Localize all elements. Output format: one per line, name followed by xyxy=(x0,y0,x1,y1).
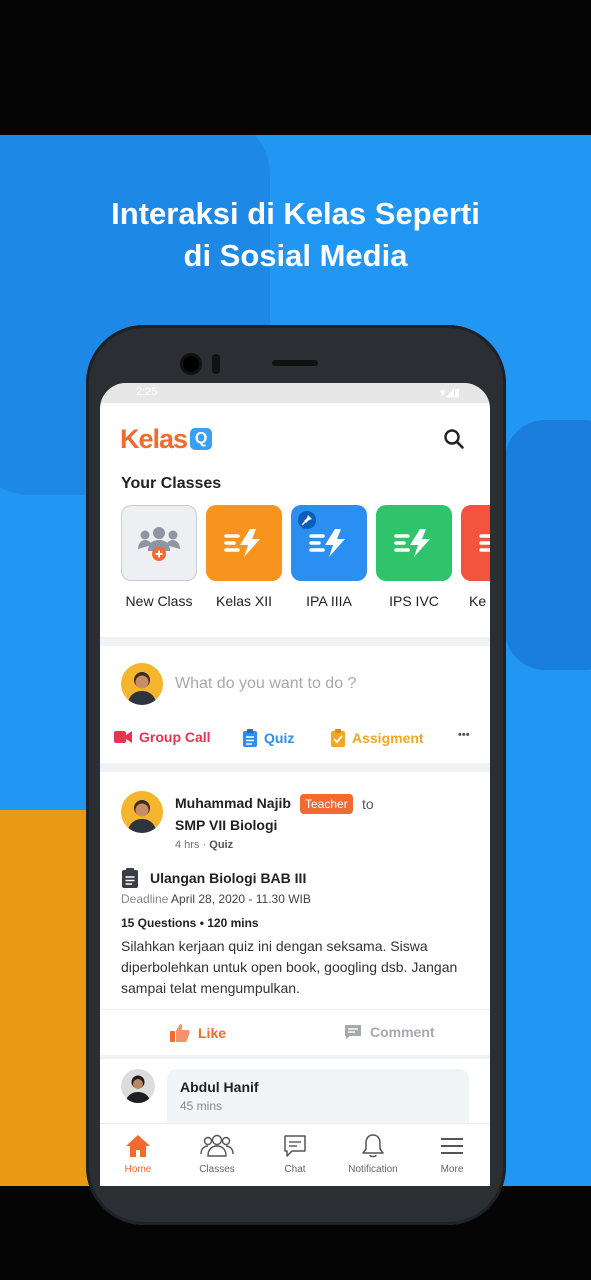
nav-more[interactable]: More xyxy=(417,1134,487,1175)
signal-battery-icon: ▾◢▮ xyxy=(439,386,460,399)
avatar[interactable] xyxy=(121,1069,155,1103)
nav-label: Classes xyxy=(199,1164,235,1175)
avatar[interactable] xyxy=(121,791,163,833)
class-item-new-class[interactable]: New Class xyxy=(121,505,197,609)
assignment-icon xyxy=(331,729,345,747)
comment-time: 45 mins xyxy=(180,1099,223,1113)
class-label: Ke xyxy=(469,593,487,609)
logo-badge: Q xyxy=(190,428,213,450)
post-reactions: Like Comment xyxy=(100,1009,490,1055)
top-black-bar xyxy=(0,0,591,135)
speaker-grille xyxy=(272,360,318,366)
comment-button[interactable]: Comment xyxy=(344,1024,435,1040)
assignment-button[interactable]: Assigment xyxy=(331,729,424,747)
classes-carousel[interactable]: New Class Kelas XII IPA IIIA IPS IVC Ke xyxy=(121,505,490,617)
class-tile[interactable] xyxy=(291,505,367,581)
class-label: New Class xyxy=(125,593,193,609)
deadline-value: April 28, 2020 - 11.30 WIB xyxy=(171,892,311,906)
promo-headline-line2: di Sosial Media xyxy=(183,238,408,273)
quiz-title[interactable]: Ulangan Biologi BAB III xyxy=(150,870,306,886)
class-item-ips-ivc[interactable]: IPS IVC xyxy=(376,505,452,609)
camera-icon xyxy=(180,353,202,375)
nav-label: Home xyxy=(124,1164,152,1175)
chat-icon xyxy=(284,1135,306,1157)
like-button[interactable]: Like xyxy=(170,1024,226,1042)
group-call-button[interactable]: Group Call xyxy=(114,729,211,745)
search-icon xyxy=(444,429,464,449)
quiz-label: Quiz xyxy=(264,730,295,746)
post-time: 4 hrs xyxy=(175,839,200,851)
app-screen: 2:25 ▾◢▮ Kelas Q Your Classes New Class … xyxy=(100,383,490,1186)
thumbs-up-icon xyxy=(170,1024,190,1042)
new-class-icon xyxy=(138,527,180,561)
nav-label: Chat xyxy=(284,1164,306,1175)
promo-headline: Interaksi di Kelas Seperti di Sosial Med… xyxy=(0,193,591,277)
composer-actions: Group Call Quiz Assigment ••• xyxy=(100,729,490,751)
status-time: 2:25 xyxy=(136,386,158,398)
comment-author[interactable]: Abdul Hanif xyxy=(180,1079,259,1095)
class-bolt-icon xyxy=(309,529,345,557)
group-call-label: Group Call xyxy=(139,729,211,745)
bell-icon xyxy=(362,1134,384,1158)
quiz-deadline: Deadline April 28, 2020 - 11.30 WIB xyxy=(121,892,311,906)
app-logo: Kelas Q xyxy=(120,423,213,455)
nav-home[interactable]: Home xyxy=(103,1134,173,1175)
class-label: Kelas XII xyxy=(215,593,273,609)
nav-label: More xyxy=(440,1164,464,1175)
logo-text: Kelas xyxy=(120,423,188,454)
classes-icon xyxy=(200,1134,234,1157)
post-meta: 4 hrs · Quiz xyxy=(175,839,233,851)
search-button[interactable] xyxy=(442,427,466,451)
nav-label: Notification xyxy=(348,1164,398,1175)
meta-separator: · xyxy=(202,839,207,851)
bottom-navigation: Home Classes Chat Notification More xyxy=(100,1123,490,1186)
class-item-ipa-iiia[interactable]: IPA IIIA xyxy=(291,505,367,609)
video-icon xyxy=(114,731,132,743)
pin-icon xyxy=(298,511,316,529)
section-divider xyxy=(100,637,490,646)
class-bolt-icon xyxy=(224,529,260,557)
your-classes-title: Your Classes xyxy=(121,475,222,492)
class-tile[interactable] xyxy=(461,505,490,581)
post-type: Quiz xyxy=(209,839,234,851)
promo-headline-line1: Interaksi di Kelas Seperti xyxy=(111,196,480,231)
post-to-label: to xyxy=(362,796,374,812)
status-bar: 2:25 ▾◢▮ xyxy=(100,383,490,403)
quiz-button[interactable]: Quiz xyxy=(243,729,294,747)
nav-chat[interactable]: Chat xyxy=(260,1134,330,1175)
section-divider xyxy=(100,763,490,772)
menu-icon xyxy=(441,1138,463,1154)
decor-blob xyxy=(505,420,591,670)
class-tile[interactable] xyxy=(206,505,282,581)
post-author[interactable]: Muhammad Najib xyxy=(175,795,291,811)
nav-classes[interactable]: Classes xyxy=(182,1134,252,1175)
quiz-doc-icon xyxy=(122,868,138,888)
deadline-label: Deadline xyxy=(121,892,169,906)
home-icon xyxy=(126,1135,150,1157)
post-body: Silahkan kerjaan quiz ini dengan seksama… xyxy=(121,938,458,996)
teacher-badge: Teacher xyxy=(300,794,353,814)
more-actions-button[interactable]: ••• xyxy=(458,729,470,741)
section-divider xyxy=(100,1055,490,1059)
new-class-tile[interactable] xyxy=(121,505,197,581)
quiz-icon xyxy=(243,729,257,747)
comment-label: Comment xyxy=(370,1024,435,1040)
quiz-summary: 15 Questions • 120 mins xyxy=(121,916,259,930)
class-item-kelas-xii[interactable]: Kelas XII xyxy=(206,505,282,609)
class-bolt-icon xyxy=(479,534,490,552)
post-composer-input[interactable]: What do you want to do ? xyxy=(175,675,356,693)
class-label: IPS IVC xyxy=(389,593,439,609)
comment-icon xyxy=(345,1025,361,1039)
nav-notification[interactable]: Notification xyxy=(338,1134,408,1175)
class-item-ke[interactable]: Ke xyxy=(461,505,490,609)
avatar xyxy=(121,663,163,705)
assignment-label: Assigment xyxy=(352,730,424,746)
class-bolt-icon xyxy=(394,529,430,557)
sensor-icon xyxy=(212,354,220,374)
like-label: Like xyxy=(198,1025,227,1041)
class-tile[interactable] xyxy=(376,505,452,581)
post-class-link[interactable]: SMP VII Biologi xyxy=(175,817,277,833)
class-label: IPA IIIA xyxy=(306,593,352,609)
